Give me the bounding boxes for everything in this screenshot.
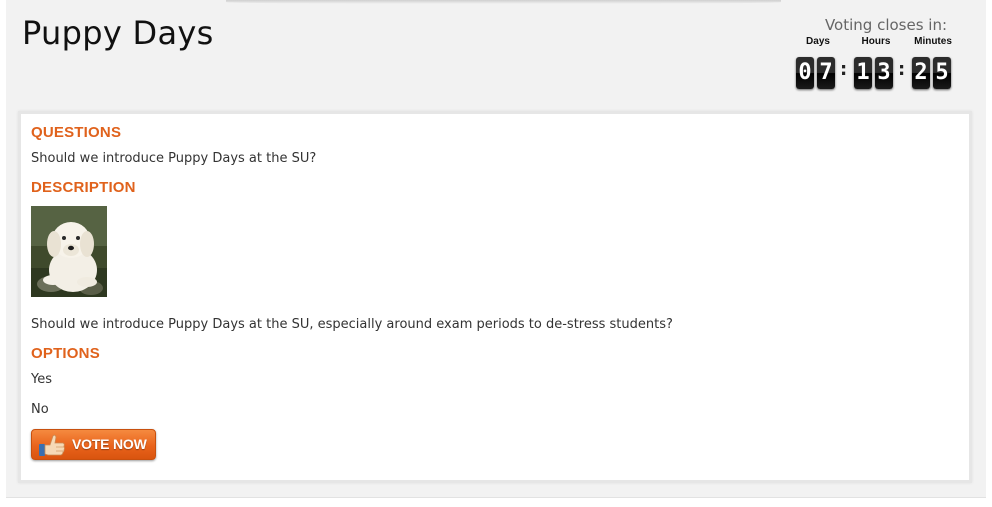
days-label: Days (806, 36, 830, 47)
page-title: Puppy Days (22, 14, 214, 52)
hours-digit-1: 1 (854, 57, 872, 89)
question-text: Should we introduce Puppy Days at the SU… (31, 151, 317, 166)
countdown-separator: : (898, 59, 906, 80)
minutes-label: Minutes (914, 36, 952, 47)
vote-now-button[interactable]: VOTE NOW (31, 429, 156, 460)
puppy-image (31, 206, 107, 297)
option-yes[interactable]: Yes (31, 372, 52, 387)
countdown-separator: : (840, 59, 848, 80)
description-text: Should we introduce Puppy Days at the SU… (31, 317, 673, 332)
questions-heading: QUESTIONS (31, 124, 122, 141)
thumbs-up-icon (37, 432, 67, 458)
minutes-digit-1: 2 (912, 57, 930, 89)
options-heading: OPTIONS (31, 345, 100, 362)
minutes-digit-2: 5 (933, 57, 951, 89)
top-shadow (226, 0, 781, 4)
hours-label: Hours (861, 36, 891, 47)
option-no[interactable]: No (31, 402, 49, 417)
days-digit-1: 0 (796, 57, 814, 89)
countdown-heading: Voting closes in: (824, 16, 948, 34)
hours-digit-2: 3 (875, 57, 893, 89)
poll-content-box: QUESTIONS Should we introduce Puppy Days… (18, 111, 972, 483)
description-heading: DESCRIPTION (31, 179, 136, 196)
vote-now-label: VOTE NOW (72, 436, 147, 452)
voting-countdown: Voting closes in: Days Hours Minutes 0 7… (784, 14, 974, 94)
days-digit-2: 7 (817, 57, 835, 89)
